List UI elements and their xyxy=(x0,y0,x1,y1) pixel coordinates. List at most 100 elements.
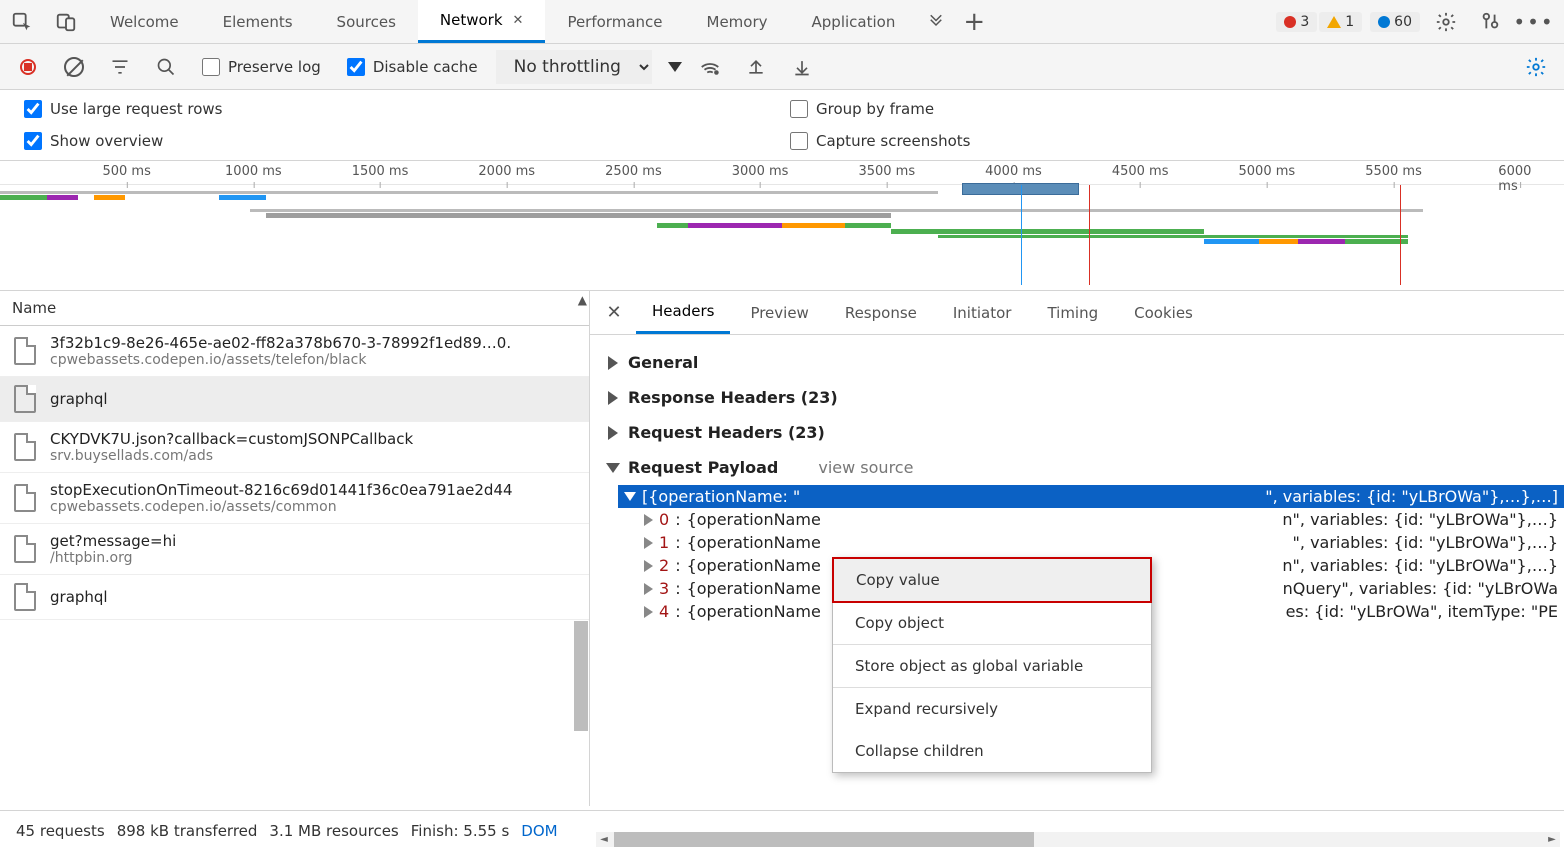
more-tabs-icon[interactable] xyxy=(917,13,955,31)
tab-sources[interactable]: Sources xyxy=(315,0,418,43)
file-icon xyxy=(14,535,36,563)
filter-icon[interactable] xyxy=(102,49,138,85)
overview-timeline[interactable]: 500 ms1000 ms1500 ms2000 ms2500 ms3000 m… xyxy=(0,161,1564,291)
file-icon xyxy=(14,385,36,413)
column-header-name[interactable]: Name xyxy=(0,291,589,326)
tick-label: 3000 ms xyxy=(732,164,789,179)
horizontal-scrollbar[interactable]: ◄► xyxy=(596,832,1560,847)
tab-initiator[interactable]: Initiator xyxy=(937,291,1028,334)
tab-preview[interactable]: Preview xyxy=(734,291,824,334)
disable-cache-checkbox[interactable]: Disable cache xyxy=(339,58,486,76)
section-general[interactable]: General xyxy=(590,345,1564,380)
request-row[interactable]: get?message=hi/httpbin.org xyxy=(0,524,589,575)
info-badge[interactable]: 60 xyxy=(1370,12,1420,32)
status-transferred: 898 kB transferred xyxy=(117,822,258,840)
tick-label: 1000 ms xyxy=(225,164,282,179)
section-request-headers[interactable]: Request Headers (23) xyxy=(590,415,1564,450)
section-response-headers[interactable]: Response Headers (23) xyxy=(590,380,1564,415)
payload-item[interactable]: 0: {operationNamen", variables: {id: "yL… xyxy=(618,508,1564,531)
clear-button[interactable] xyxy=(56,49,92,85)
request-name: graphql xyxy=(50,390,108,408)
tab-timing[interactable]: Timing xyxy=(1031,291,1114,334)
new-tab-icon[interactable]: + xyxy=(955,7,993,37)
record-button[interactable] xyxy=(10,49,46,85)
tick-label: 2500 ms xyxy=(605,164,662,179)
close-detail-button[interactable]: ✕ xyxy=(596,302,632,323)
preserve-log-checkbox[interactable]: Preserve log xyxy=(194,58,329,76)
device-toggle-icon[interactable] xyxy=(44,11,88,33)
ctx-store-global[interactable]: Store object as global variable xyxy=(833,645,1151,687)
close-icon[interactable]: ✕ xyxy=(513,13,524,28)
error-badge[interactable]: 3 xyxy=(1276,12,1317,32)
request-name: stopExecutionOnTimeout-8216c69d01441f36c… xyxy=(50,481,513,499)
file-icon xyxy=(14,583,36,611)
search-icon[interactable] xyxy=(148,49,184,85)
request-row[interactable]: graphql xyxy=(0,377,589,422)
activity-icon[interactable] xyxy=(1472,4,1508,40)
request-name: graphql xyxy=(50,588,108,606)
tab-headers[interactable]: Headers xyxy=(636,291,730,334)
upload-icon[interactable] xyxy=(738,49,774,85)
throttling-select[interactable]: No throttling xyxy=(496,50,652,84)
payload-root[interactable]: [{operationName: "", variables: {id: "yL… xyxy=(618,485,1564,508)
ctx-collapse-children[interactable]: Collapse children xyxy=(833,730,1151,772)
file-icon xyxy=(14,433,36,461)
scrollbar-thumb[interactable] xyxy=(574,621,588,731)
request-row[interactable]: 3f32b1c9-8e26-465e-ae02-ff82a378b670-3-7… xyxy=(0,326,589,377)
request-list-panel: Name 3f32b1c9-8e26-465e-ae02-ff82a378b67… xyxy=(0,291,590,806)
tab-elements[interactable]: Elements xyxy=(201,0,315,43)
network-toolbar: Preserve log Disable cache No throttling xyxy=(0,44,1564,90)
inspect-icon[interactable] xyxy=(0,11,44,33)
tick-label: 3500 ms xyxy=(858,164,915,179)
tick-label: 2000 ms xyxy=(478,164,535,179)
tab-performance[interactable]: Performance xyxy=(545,0,684,43)
tick-label: 1500 ms xyxy=(352,164,409,179)
network-conditions-icon[interactable] xyxy=(692,49,728,85)
request-name: 3f32b1c9-8e26-465e-ae02-ff82a378b670-3-7… xyxy=(50,334,511,352)
load-marker xyxy=(1089,185,1090,285)
group-by-frame-checkbox[interactable]: Group by frame xyxy=(782,100,1548,118)
request-name: CKYDVK7U.json?callback=customJSONPCallba… xyxy=(50,430,413,448)
network-options: Use large request rows Show overview Gro… xyxy=(0,90,1564,161)
show-overview-checkbox[interactable]: Show overview xyxy=(16,132,782,150)
status-requests: 45 requests xyxy=(16,822,105,840)
file-icon xyxy=(14,337,36,365)
tick-label: 5000 ms xyxy=(1239,164,1296,179)
chevron-down-icon[interactable] xyxy=(668,62,682,72)
load-marker-2 xyxy=(1400,185,1401,285)
dom-marker xyxy=(1021,185,1022,285)
gear-icon[interactable] xyxy=(1428,4,1464,40)
ctx-expand-recursively[interactable]: Expand recursively xyxy=(833,688,1151,730)
capture-screenshots-checkbox[interactable]: Capture screenshots xyxy=(782,132,1548,150)
tick-label: 4500 ms xyxy=(1112,164,1169,179)
tab-memory[interactable]: Memory xyxy=(685,0,790,43)
status-finish: Finish: 5.55 s xyxy=(411,822,510,840)
large-rows-checkbox[interactable]: Use large request rows xyxy=(16,100,782,118)
download-icon[interactable] xyxy=(784,49,820,85)
request-subtitle: /httpbin.org xyxy=(50,550,176,566)
tab-response[interactable]: Response xyxy=(829,291,933,334)
request-subtitle: cpwebassets.codepen.io/assets/telefon/bl… xyxy=(50,352,511,368)
request-row[interactable]: stopExecutionOnTimeout-8216c69d01441f36c… xyxy=(0,473,589,524)
request-name: get?message=hi xyxy=(50,532,176,550)
request-subtitle: cpwebassets.codepen.io/assets/common xyxy=(50,499,513,515)
tab-application[interactable]: Application xyxy=(790,0,918,43)
request-subtitle: srv.buysellads.com/ads xyxy=(50,448,413,464)
tick-label: 5500 ms xyxy=(1365,164,1422,179)
panel-settings-icon[interactable] xyxy=(1518,49,1554,85)
tab-network[interactable]: Network✕ xyxy=(418,0,546,43)
devtools-tabbar: Welcome Elements Sources Network✕ Perfor… xyxy=(0,0,1564,44)
tab-cookies[interactable]: Cookies xyxy=(1118,291,1209,334)
file-icon xyxy=(14,484,36,512)
request-row[interactable]: CKYDVK7U.json?callback=customJSONPCallba… xyxy=(0,422,589,473)
ctx-copy-value[interactable]: Copy value xyxy=(832,557,1152,603)
ctx-copy-object[interactable]: Copy object xyxy=(833,602,1151,644)
tab-welcome[interactable]: Welcome xyxy=(88,0,201,43)
request-row[interactable]: graphql xyxy=(0,575,589,620)
kebab-icon[interactable]: ••• xyxy=(1516,4,1552,40)
warning-badge[interactable]: 1 xyxy=(1319,12,1362,32)
scroll-up-icon[interactable]: ▲ xyxy=(578,293,587,307)
section-request-payload[interactable]: Request Payloadview source xyxy=(590,450,1564,485)
payload-item[interactable]: 1: {operationName", variables: {id: "yLB… xyxy=(618,531,1564,554)
view-source-link[interactable]: view source xyxy=(818,458,913,477)
